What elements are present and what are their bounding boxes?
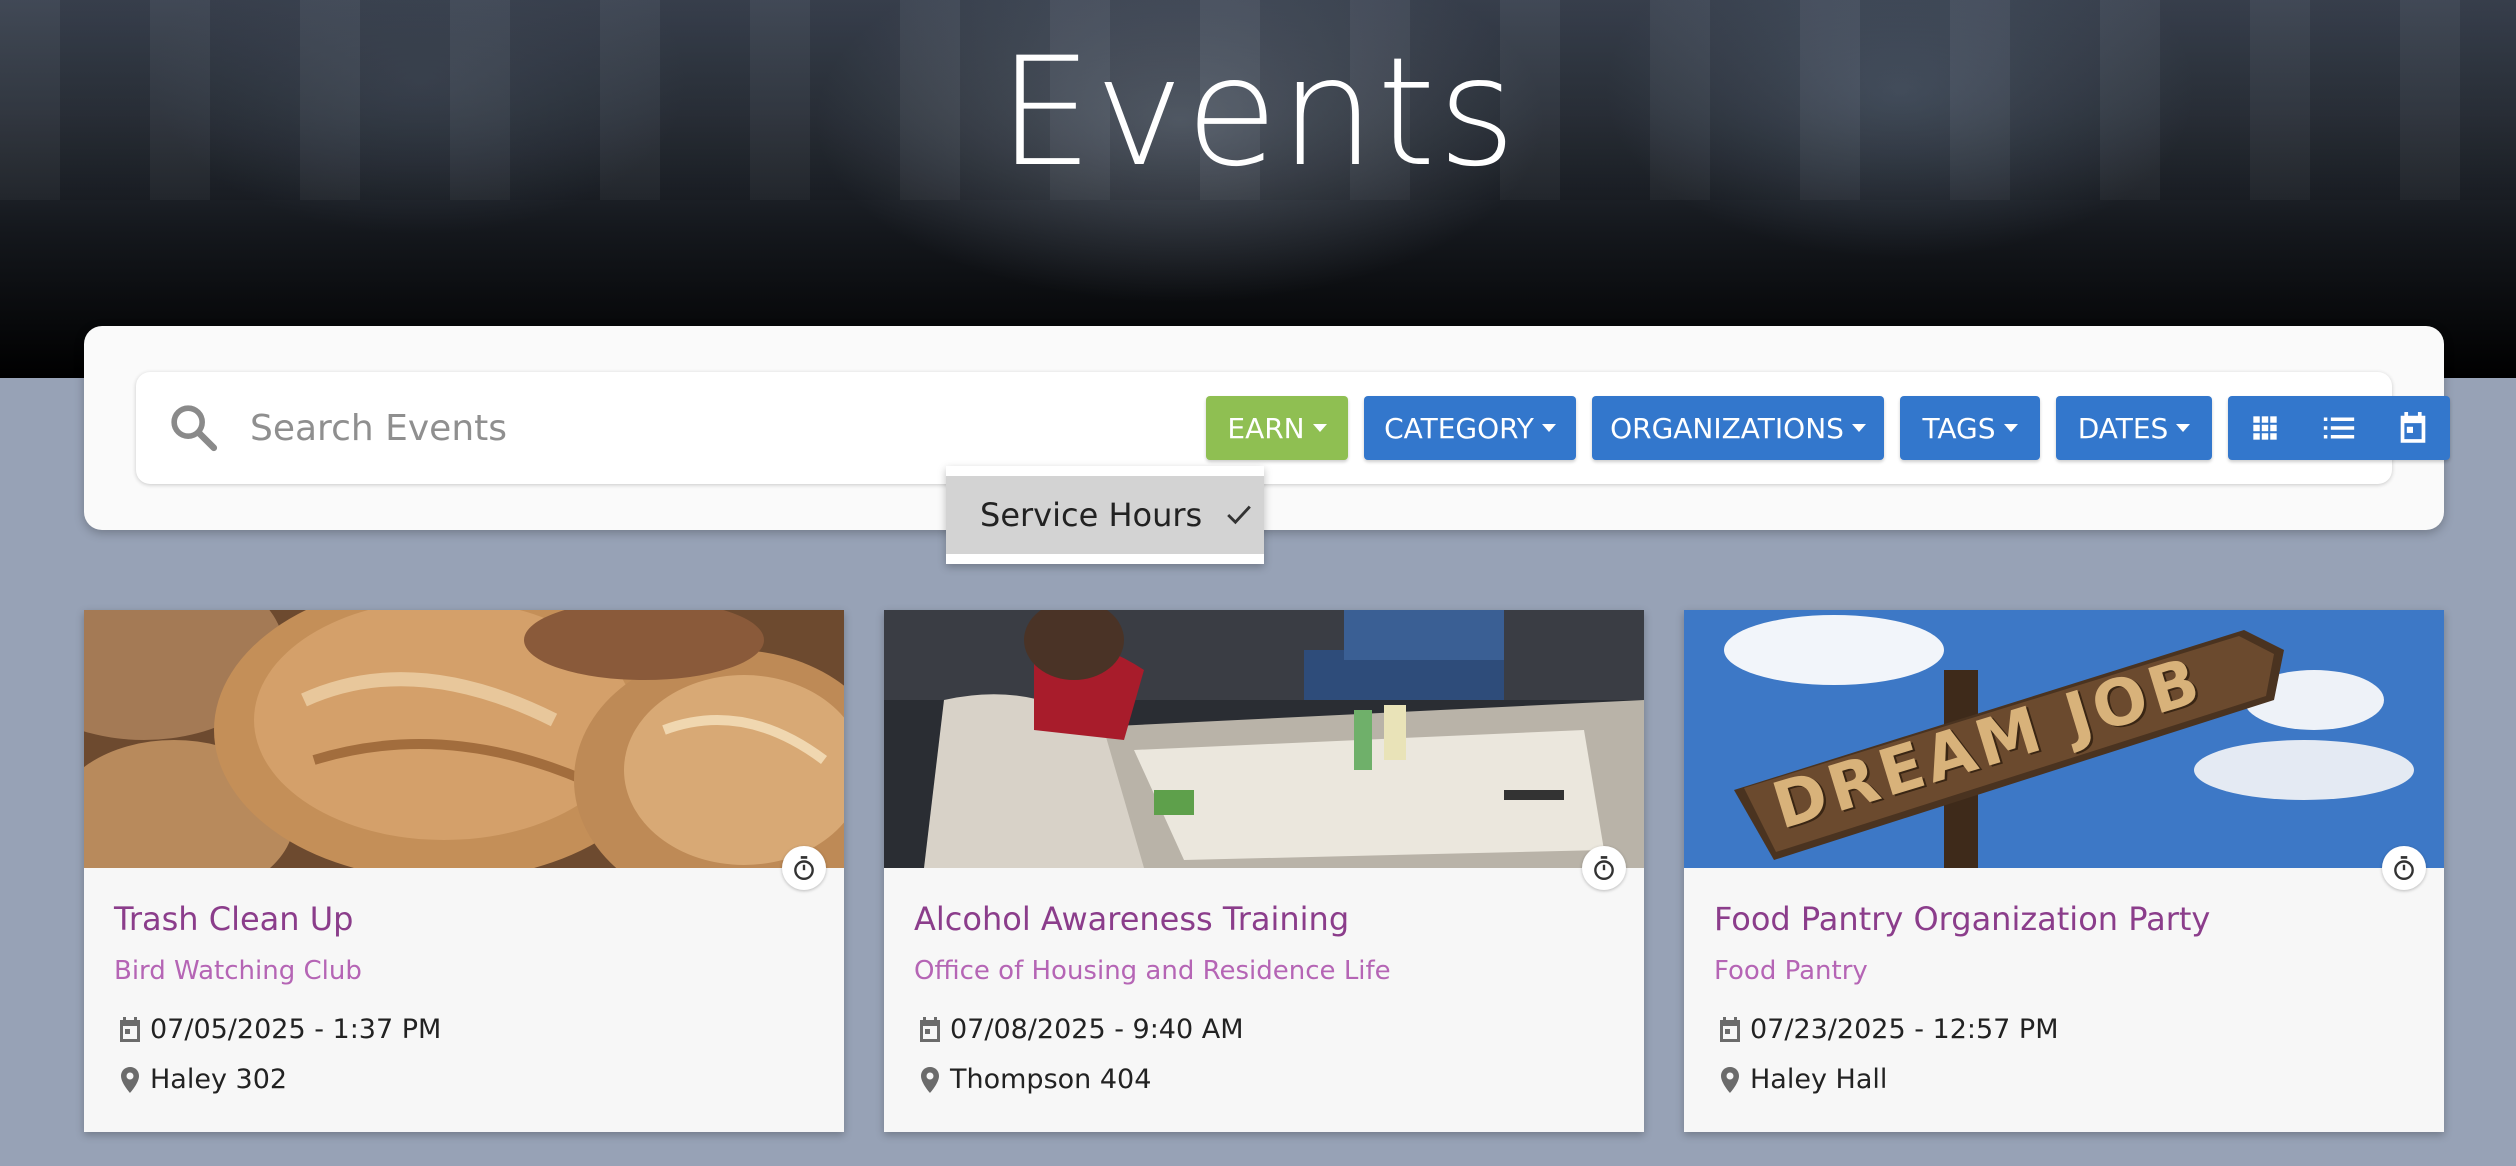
organizations-filter-button[interactable]: ORGANIZATIONS — [1592, 396, 1884, 460]
dates-filter-label: DATES — [2077, 411, 2169, 445]
event-organization: Office of Housing and Residence Life — [914, 956, 1391, 986]
grid-view-icon — [2253, 416, 2277, 440]
event-datetime: 07/05/2025 - 1:37 PM — [150, 1014, 442, 1045]
event-date: 07/05/2025 - 1:37 PM — [114, 1014, 814, 1045]
category-filter-button[interactable]: CATEGORY — [1364, 396, 1576, 460]
earn-dropdown-menu: Service Hours — [946, 466, 1264, 564]
page-title: Events — [998, 26, 1518, 200]
event-organization: Bird Watching Club — [114, 956, 362, 986]
event-image-bread — [84, 610, 844, 868]
stopwatch-icon — [782, 846, 826, 890]
calendar-view-icon — [2400, 412, 2426, 443]
event-location-text: Haley 302 — [150, 1064, 288, 1095]
event-datetime: 07/08/2025 - 9:40 AM — [950, 1014, 1244, 1045]
event-date: 07/08/2025 - 9:40 AM — [914, 1014, 1614, 1045]
event-location: Haley Hall — [1714, 1064, 2414, 1095]
calendar-icon — [120, 1016, 140, 1042]
event-card[interactable]: Alcohol Awareness Training Office of Hou… — [884, 610, 1644, 1132]
event-date: 07/23/2025 - 12:57 PM — [1714, 1014, 2414, 1045]
view-toggle-group — [2228, 396, 2450, 460]
calendar-view-button[interactable] — [2376, 396, 2450, 460]
event-location: Thompson 404 — [914, 1064, 1614, 1095]
search-bar: EARN CATEGORY ORGANIZATIONS TAGS DATES — [136, 372, 2450, 484]
event-organization: Food Pantry — [1714, 956, 1868, 986]
grid-view-button[interactable] — [2228, 396, 2302, 460]
event-location-text: Thompson 404 — [950, 1064, 1152, 1095]
dates-filter-button[interactable]: DATES — [2056, 396, 2212, 460]
calendar-icon — [920, 1016, 940, 1042]
check-icon — [1227, 505, 1252, 525]
hero-banner: Events — [0, 0, 2516, 378]
tags-filter-label: TAGS — [1922, 411, 1996, 445]
caret-down-icon — [1312, 424, 1327, 432]
location-pin-icon — [121, 1066, 139, 1093]
list-view-icon — [2323, 417, 2355, 439]
event-location-text: Haley Hall — [1750, 1064, 1888, 1095]
list-view-button[interactable] — [2302, 396, 2376, 460]
event-image-dream-job-sign: DREAM JOB — [1684, 610, 2444, 868]
organizations-filter-label: ORGANIZATIONS — [1610, 411, 1844, 445]
caret-down-icon — [1851, 424, 1866, 432]
search-input[interactable] — [250, 398, 1070, 458]
earn-filter-button[interactable]: EARN — [1206, 396, 1348, 460]
dropdown-item-label: Service Hours — [980, 496, 1203, 534]
dropdown-item-service-hours[interactable]: Service Hours — [946, 476, 1264, 554]
event-card[interactable]: Trash Clean Up Bird Watching Club 07/05/… — [84, 610, 844, 1132]
location-pin-icon — [1721, 1066, 1739, 1093]
event-title[interactable]: Alcohol Awareness Training — [914, 900, 1614, 938]
event-location: Haley 302 — [114, 1064, 814, 1095]
event-title[interactable]: Food Pantry Organization Party — [1714, 900, 2414, 938]
event-card[interactable]: DREAM JOB Food Pantry Organization Party… — [1684, 610, 2444, 1132]
event-title[interactable]: Trash Clean Up — [114, 900, 814, 938]
stopwatch-icon — [2382, 846, 2426, 890]
category-filter-label: CATEGORY — [1384, 411, 1534, 445]
filter-panel: EARN CATEGORY ORGANIZATIONS TAGS DATES — [84, 326, 2450, 530]
caret-down-icon — [2176, 424, 2191, 432]
tags-filter-button[interactable]: TAGS — [1900, 396, 2040, 460]
event-datetime: 07/23/2025 - 12:57 PM — [1750, 1014, 2059, 1045]
search-icon — [171, 405, 218, 452]
location-pin-icon — [921, 1066, 939, 1093]
caret-down-icon — [1541, 424, 1556, 432]
calendar-icon — [1720, 1016, 1740, 1042]
caret-down-icon — [2003, 424, 2018, 432]
stopwatch-icon — [1582, 846, 1626, 890]
event-image-meeting-table — [884, 610, 1644, 868]
earn-filter-label: EARN — [1227, 411, 1305, 445]
